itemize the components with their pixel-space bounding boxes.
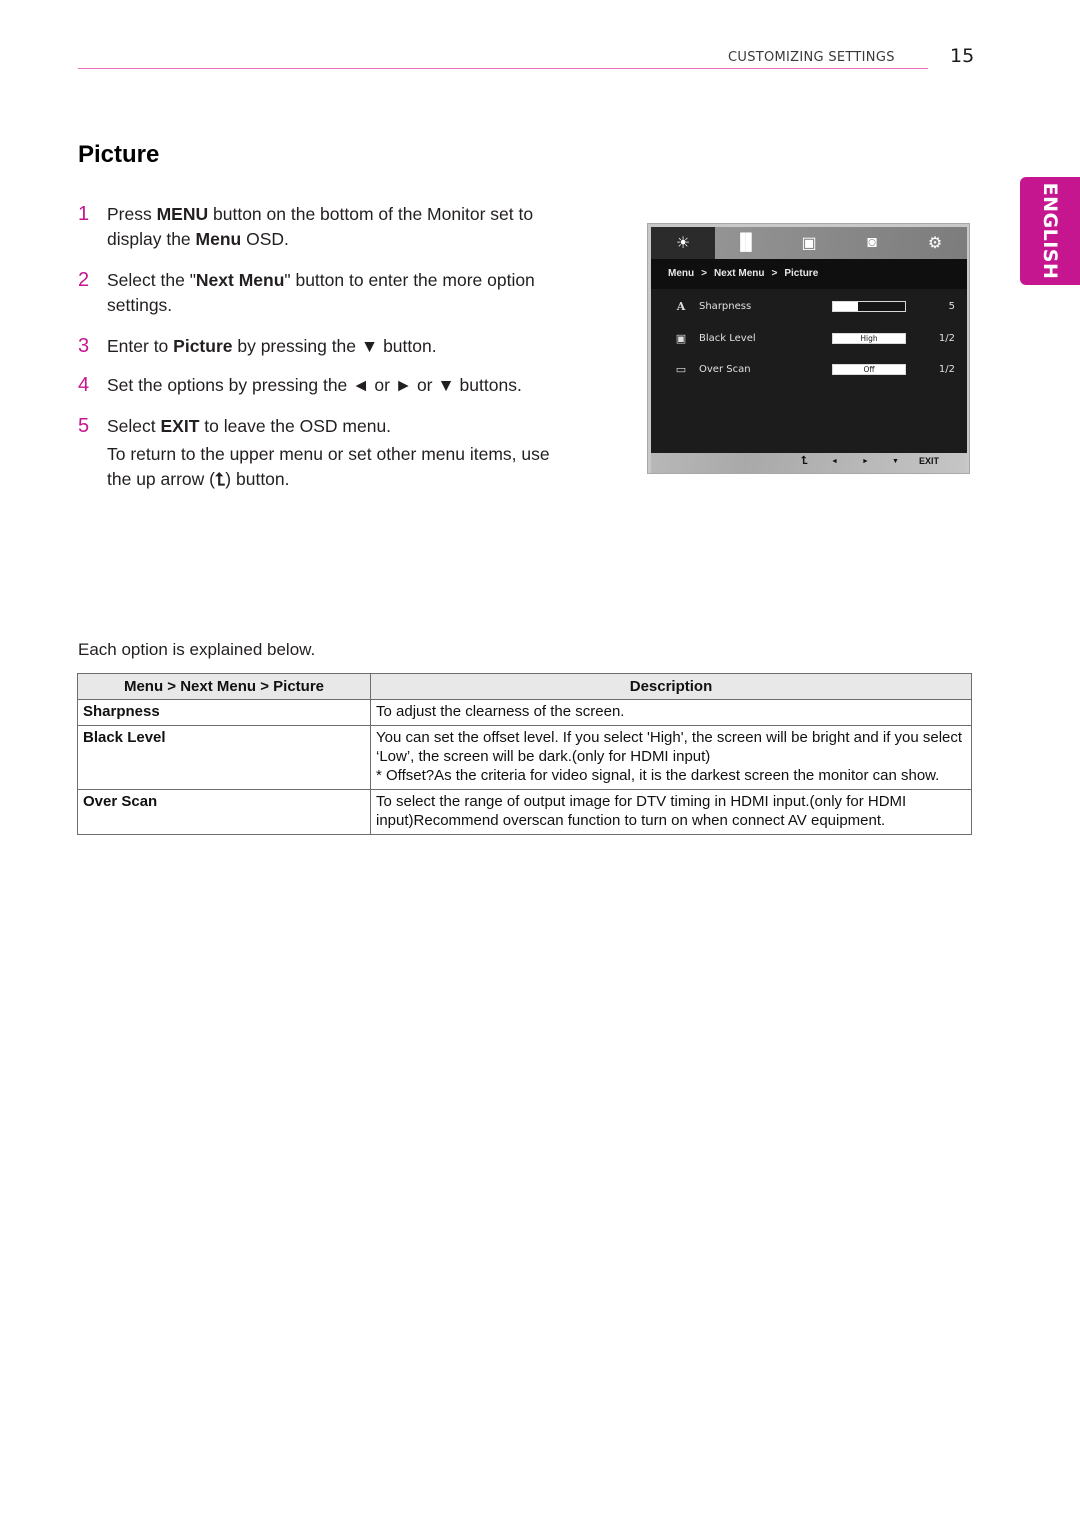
step-number: 5 — [78, 415, 90, 437]
sharpness-slider — [832, 301, 906, 312]
left-arrow-icon: ◄ — [831, 458, 838, 465]
step-4: 4 Set the options by pressing the ◄ or ►… — [78, 373, 558, 398]
options-table: Menu > Next Menu > Picture Description S… — [77, 673, 972, 835]
osd-row-value: 5 — [948, 301, 955, 312]
osd-breadcrumb: Menu > Next Menu > Picture — [651, 259, 967, 289]
column-header: Menu > Next Menu > Picture — [77, 673, 371, 700]
osd-breadcrumb-item: Menu — [668, 268, 695, 279]
osd-tab-bar: ☀ ▐▌ ▣ ◙ ⚙ — [651, 227, 967, 259]
step-1: 1 Press MENU button on the bottom of the… — [78, 202, 558, 252]
instruction-steps: 1 Press MENU button on the bottom of the… — [78, 202, 558, 492]
table-row: Black Level You can set the offset level… — [77, 725, 972, 790]
breadcrumb-separator: > — [771, 268, 778, 279]
table-row: Over Scan To select the range of output … — [77, 789, 972, 835]
osd-row-label: Black Level — [699, 333, 756, 344]
osd-row-label: Sharpness — [699, 301, 752, 312]
osd-breadcrumb-item: Picture — [784, 268, 819, 279]
explain-text: Each option is explained below. — [78, 640, 316, 659]
disc-icon: ◙ — [867, 234, 877, 251]
page-number: 15 — [950, 45, 975, 67]
black-level-option: High — [832, 333, 906, 344]
option-description: You can set the offset level. If you sel… — [370, 725, 972, 790]
table-header-row: Menu > Next Menu > Picture Description — [77, 673, 972, 700]
language-tab: ENGLISH — [1020, 177, 1080, 285]
step-number: 2 — [78, 269, 90, 291]
brightness-icon: ☀ — [651, 227, 715, 259]
step-text: Enter to — [107, 336, 174, 356]
column-header: Description — [370, 673, 972, 700]
over-scan-option: Off — [832, 364, 906, 375]
osd-panel: Menu > Next Menu > Picture A Sharpness 5 ▣ B… — [651, 259, 967, 453]
step-text: to leave the OSD menu. — [199, 416, 392, 436]
step-keyword: MENU — [156, 204, 209, 224]
section-title: CUSTOMIZING SETTINGS — [728, 50, 895, 65]
page-title: Picture — [78, 141, 160, 168]
step-keyword: EXIT — [160, 416, 200, 436]
step-text: Set the options by pressing the ◄ or ► o… — [107, 375, 522, 395]
option-name: Black Level — [77, 725, 371, 790]
color-bars-icon: ▐▌ — [734, 234, 758, 251]
description-text: To adjust the clearness of the screen. — [376, 703, 625, 720]
option-name: Over Scan — [77, 789, 371, 835]
step-text: To return to the upper menu or set other… — [107, 444, 550, 489]
step-keyword: Picture — [173, 336, 233, 356]
settings-gear-icon: ⚙ — [927, 235, 943, 252]
over-scan-icon: ▭ — [675, 363, 687, 376]
table-row: Sharpness To adjust the clearness of the… — [77, 699, 972, 726]
osd-footer: ⮤ ◄ ► ▼ EXIT — [651, 453, 967, 473]
step-number: 4 — [78, 374, 90, 396]
slider-fill — [833, 302, 859, 311]
picture-in-picture-icon: ▣ — [801, 235, 817, 252]
option-name: Sharpness — [77, 699, 371, 726]
step-text: Select — [107, 416, 161, 436]
step-number: 3 — [78, 335, 90, 357]
option-description: To adjust the clearness of the screen. — [370, 699, 972, 726]
option-description: To select the range of output image for … — [370, 789, 972, 835]
right-arrow-icon: ► — [862, 458, 869, 465]
step-text: OSD. — [241, 229, 289, 249]
step-number: 1 — [78, 203, 90, 225]
step-keyword: Next Menu — [195, 270, 285, 290]
step-5-note: To return to the upper menu or set other… — [107, 442, 558, 492]
step-keyword: Menu — [195, 229, 242, 249]
exit-label: EXIT — [919, 456, 940, 466]
description-note: * Offset?As the criteria for video signa… — [376, 767, 940, 784]
step-text: Select the " — [107, 270, 196, 290]
header-divider — [78, 68, 928, 69]
black-level-icon: ▣ — [675, 332, 687, 345]
breadcrumb-separator: > — [701, 268, 707, 279]
osd-row-over-scan: ▭ Over Scan Off 1/2 — [651, 360, 967, 380]
step-5: 5 Select EXIT to leave the OSD menu. To … — [78, 414, 558, 492]
osd-row-label: Over Scan — [699, 364, 751, 375]
step-text: Press — [107, 204, 157, 224]
step-text: by pressing the ▼ button. — [232, 336, 437, 356]
language-label: ENGLISH — [1039, 182, 1061, 280]
osd-screenshot: ☀ ▐▌ ▣ ◙ ⚙ Menu > Next Menu > Picture A Shar… — [647, 223, 970, 474]
sharpness-icon: A — [676, 300, 686, 313]
osd-row-black-level: ▣ Black Level High 1/2 — [651, 329, 967, 349]
osd-row-value: 1/2 — [938, 364, 955, 375]
description-text: You can set the offset level. If you sel… — [376, 729, 963, 765]
description-text: To select the range of output image for … — [376, 793, 907, 829]
osd-row-sharpness: A Sharpness 5 — [651, 297, 967, 317]
osd-breadcrumb-item: Next Menu — [713, 268, 765, 279]
osd-row-value: 1/2 — [938, 333, 955, 344]
down-arrow-icon: ▼ — [892, 458, 899, 465]
up-arrow-icon: ⮤ — [801, 455, 808, 467]
up-arrow-icon: ⮤ — [214, 469, 226, 489]
step-2: 2 Select the "Next Menu" button to enter… — [78, 268, 558, 318]
step-text: ) button. — [225, 469, 290, 489]
step-3: 3 Enter to Picture by pressing the ▼ but… — [78, 334, 558, 359]
